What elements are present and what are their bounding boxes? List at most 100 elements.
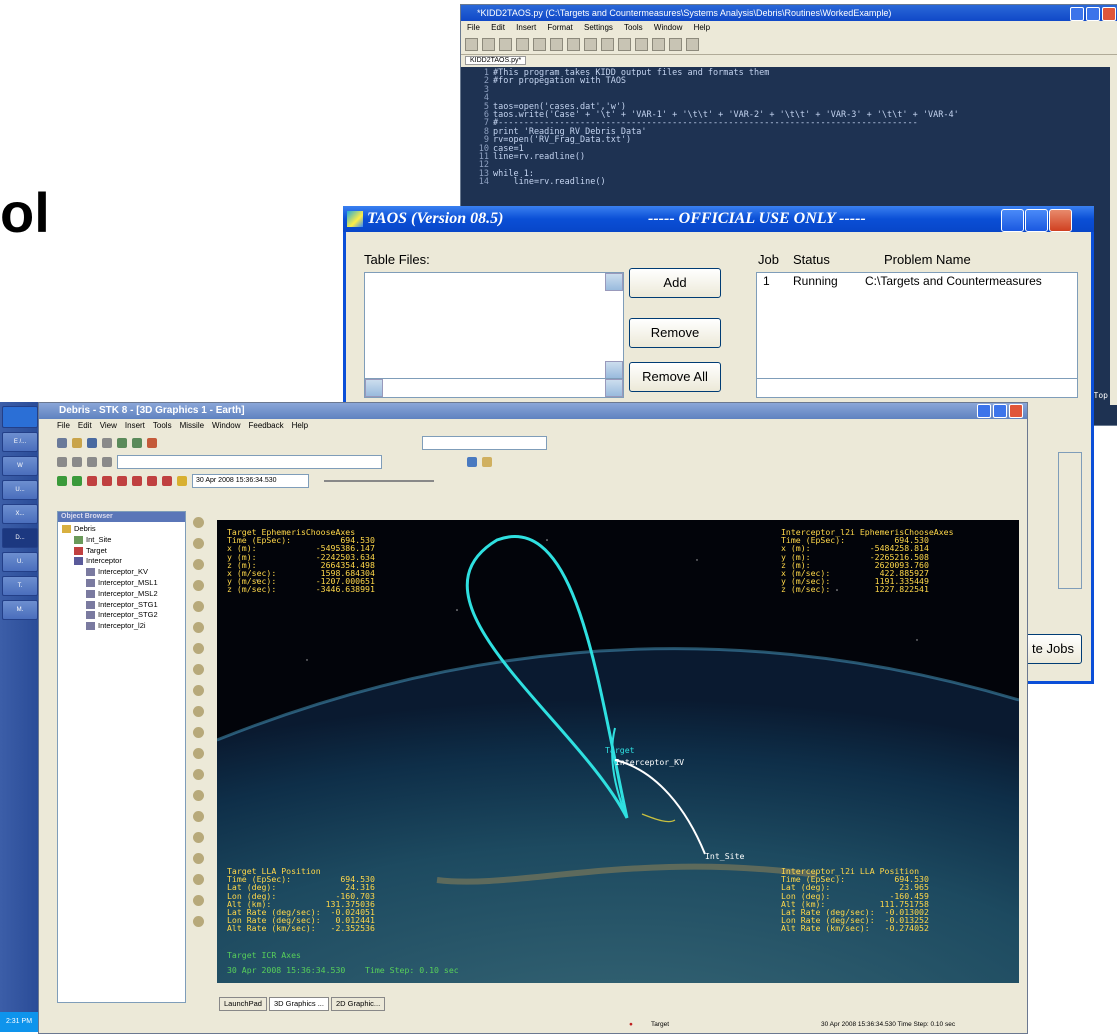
stk-close-button[interactable] bbox=[1009, 404, 1023, 418]
play-reverse-icon[interactable] bbox=[117, 475, 127, 486]
editor-title-bar[interactable]: *KIDD2TAOS.py (C:\Targets and Countermea… bbox=[461, 5, 1117, 21]
table-files-hscroll[interactable] bbox=[364, 378, 624, 398]
open-icon[interactable] bbox=[72, 437, 82, 448]
scroll-down-arrow-icon[interactable] bbox=[605, 361, 623, 379]
zoom-out-icon[interactable] bbox=[132, 437, 142, 448]
stk-maximize-button[interactable] bbox=[993, 404, 1007, 418]
graphics-tool-icon[interactable] bbox=[192, 664, 204, 675]
stk-menu-missile[interactable]: Missile bbox=[180, 421, 204, 430]
table-files-list[interactable] bbox=[364, 272, 624, 382]
graphics-tool-icon[interactable] bbox=[192, 706, 204, 717]
editor-file-tab[interactable]: KIDD2TAOS.py* bbox=[465, 56, 527, 65]
play-icon[interactable] bbox=[147, 475, 157, 486]
tab-2d-graphics[interactable]: 2D Graphic... bbox=[330, 997, 386, 1011]
indent-icon[interactable] bbox=[635, 37, 648, 51]
code-area[interactable]: 1 #This program takes KIDD output files a… bbox=[461, 67, 1117, 187]
address-combo[interactable] bbox=[117, 454, 382, 469]
editor-scrollbar[interactable] bbox=[1110, 65, 1117, 405]
scroll-left-arrow-icon[interactable] bbox=[365, 379, 383, 397]
start-button[interactable] bbox=[2, 406, 38, 428]
taskbar-button[interactable]: D... bbox=[2, 528, 38, 548]
taskbar-button[interactable]: U... bbox=[2, 480, 38, 500]
jobs-hscroll[interactable] bbox=[756, 378, 1078, 398]
graphics-tool-icon[interactable] bbox=[192, 916, 204, 927]
tree-item[interactable]: Interceptor_l2i bbox=[58, 621, 185, 632]
graphics-tool-icon[interactable] bbox=[192, 517, 204, 528]
properties-icon[interactable] bbox=[72, 475, 82, 486]
graphics-tool-icon[interactable] bbox=[192, 748, 204, 759]
save-icon[interactable] bbox=[499, 37, 512, 51]
stk-title-bar[interactable]: Debris - STK 8 - [3D Graphics 1 - Earth] bbox=[39, 403, 1027, 419]
delete-jobs-button[interactable]: te Jobs bbox=[1024, 634, 1082, 664]
scroll-up-arrow-icon[interactable] bbox=[605, 273, 623, 291]
paste-icon[interactable] bbox=[618, 37, 631, 51]
stk-menu-feedback[interactable]: Feedback bbox=[249, 421, 284, 430]
graphics-tool-icon[interactable] bbox=[192, 790, 204, 801]
minimize-button[interactable] bbox=[1070, 7, 1084, 21]
tree-item[interactable]: Interceptor_STG1 bbox=[58, 600, 185, 611]
menu-settings[interactable]: Settings bbox=[584, 23, 613, 32]
stk-menu-help[interactable]: Help bbox=[292, 421, 308, 430]
speed-icon[interactable] bbox=[177, 475, 187, 486]
step-back-icon[interactable] bbox=[102, 475, 112, 486]
graphics-tool-icon[interactable] bbox=[192, 622, 204, 633]
graphics-tool-icon[interactable] bbox=[192, 538, 204, 549]
print-icon[interactable] bbox=[102, 437, 112, 448]
taos-title-bar[interactable]: TAOS (Version 08.5) ----- OFFICIAL USE O… bbox=[343, 206, 1094, 232]
graphics-tool-icon[interactable] bbox=[192, 769, 204, 780]
dedent-icon[interactable] bbox=[652, 37, 665, 51]
menu-format[interactable]: Format bbox=[547, 23, 572, 32]
tab-launchpad[interactable]: LaunchPad bbox=[219, 997, 267, 1011]
tree-item[interactable]: Interceptor_KV bbox=[58, 567, 185, 578]
stk-menu-tools[interactable]: Tools bbox=[153, 421, 172, 430]
graphics-tool-icon[interactable] bbox=[192, 643, 204, 654]
maximize-button[interactable] bbox=[1086, 7, 1100, 21]
taos-maximize-button[interactable] bbox=[1025, 209, 1048, 232]
jobs-list[interactable]: 1 Running C:\Targets and Countermeasures bbox=[756, 272, 1078, 382]
graphics-tool-icon[interactable] bbox=[192, 811, 204, 822]
run-icon[interactable] bbox=[669, 37, 682, 51]
close-button[interactable] bbox=[1102, 7, 1116, 21]
stk-menu-window[interactable]: Window bbox=[212, 421, 240, 430]
code-line[interactable]: 14 line=rv.readline() bbox=[461, 178, 1117, 187]
undo-icon[interactable] bbox=[550, 37, 563, 51]
tree-item[interactable]: Interceptor bbox=[58, 556, 185, 567]
tree-item[interactable]: Debris bbox=[58, 524, 185, 535]
menu-tools[interactable]: Tools bbox=[624, 23, 643, 32]
taskbar-button[interactable]: M. bbox=[2, 600, 38, 620]
tree-item[interactable]: Interceptor_STG2 bbox=[58, 610, 185, 621]
code-line[interactable]: 2 #for propegation with TAOS bbox=[461, 77, 1117, 86]
graphics-tool-icon[interactable] bbox=[192, 601, 204, 612]
taskbar-button[interactable]: T. bbox=[2, 576, 38, 596]
new-scenario-icon[interactable] bbox=[57, 437, 67, 448]
object-filter-combo[interactable] bbox=[422, 435, 547, 450]
graphics-tool-icon[interactable] bbox=[192, 580, 204, 591]
debug-icon[interactable] bbox=[686, 37, 699, 51]
jobs-vscroll[interactable] bbox=[1058, 452, 1082, 589]
remove-button[interactable]: Remove bbox=[629, 318, 721, 348]
graphics-tool-icon[interactable] bbox=[192, 874, 204, 885]
remove-all-button[interactable]: Remove All bbox=[629, 362, 721, 392]
refresh-icon[interactable] bbox=[87, 456, 97, 467]
graphics-tool-icon[interactable] bbox=[192, 559, 204, 570]
code-line[interactable]: 9 rv=open('RV_Frag_Data.txt') bbox=[461, 136, 1117, 145]
code-line[interactable]: 11 line=rv.readline() bbox=[461, 153, 1117, 162]
taos-close-button[interactable] bbox=[1049, 209, 1072, 232]
tree-item[interactable]: Interceptor_MSL2 bbox=[58, 589, 185, 600]
taskbar-button[interactable]: U. bbox=[2, 552, 38, 572]
stk-menu-edit[interactable]: Edit bbox=[78, 421, 92, 430]
pan-icon[interactable] bbox=[147, 437, 157, 448]
animation-time-field[interactable]: 30 Apr 2008 15:36:34.530 bbox=[192, 473, 309, 488]
home-icon[interactable] bbox=[102, 456, 112, 467]
taskbar-button[interactable]: W bbox=[2, 456, 38, 476]
tree-item[interactable]: Int_Site bbox=[58, 535, 185, 546]
stk-menu-insert[interactable]: Insert bbox=[125, 421, 145, 430]
globe-icon[interactable] bbox=[467, 456, 477, 467]
stk-menu-view[interactable]: View bbox=[100, 421, 117, 430]
code-line[interactable]: 12 bbox=[461, 161, 1117, 170]
open-file-icon[interactable] bbox=[482, 37, 495, 51]
save-all-icon[interactable] bbox=[516, 37, 529, 51]
scroll-right-arrow-icon[interactable] bbox=[605, 379, 623, 397]
satellite-icon[interactable] bbox=[482, 456, 492, 467]
tab-3d-graphics[interactable]: 3D Graphics ... bbox=[268, 997, 329, 1011]
